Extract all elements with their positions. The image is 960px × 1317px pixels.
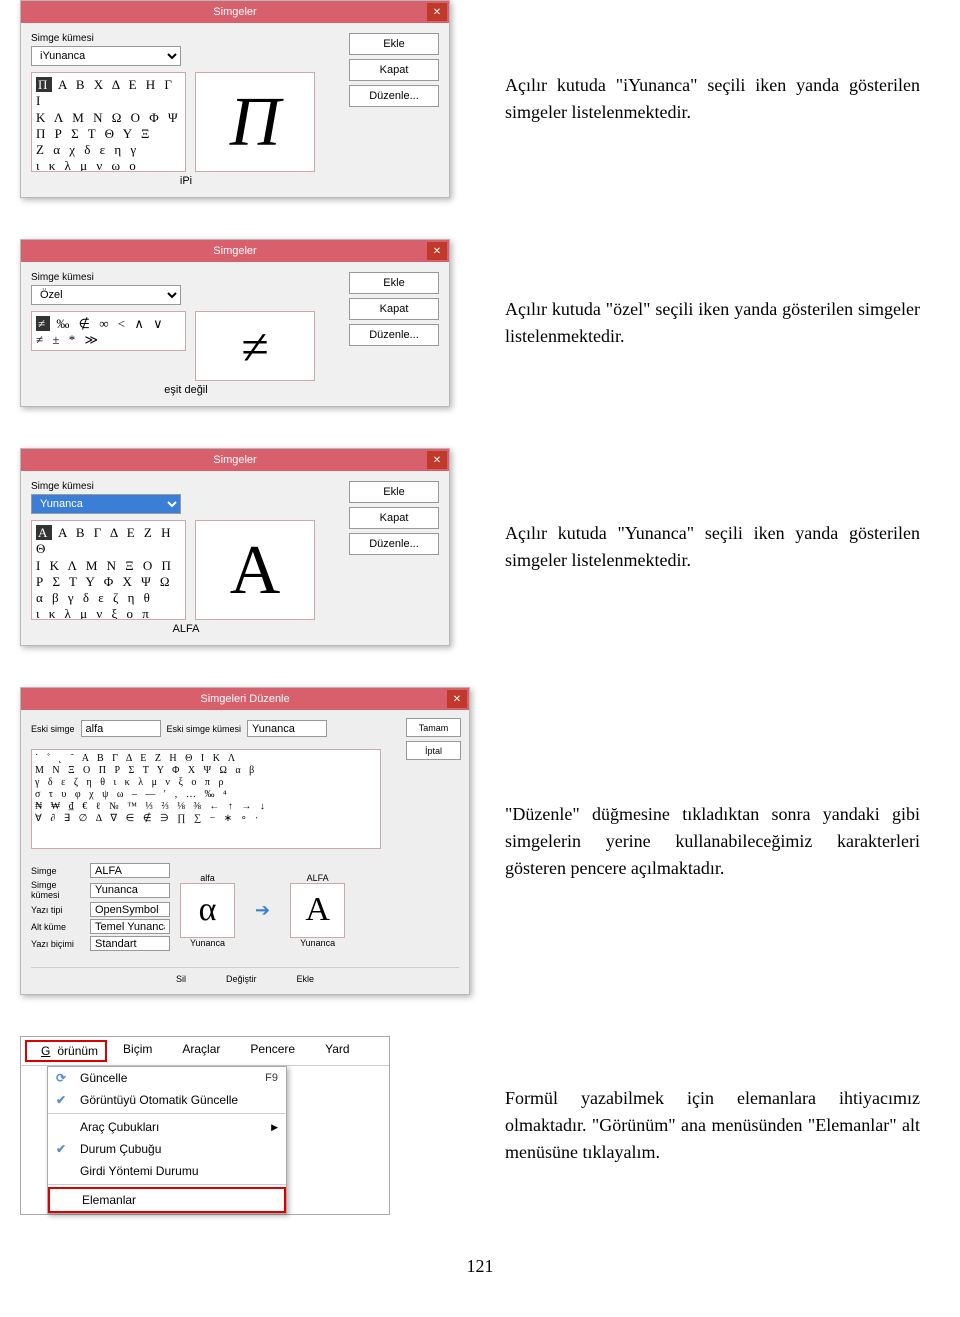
view-dropdown: ⟳GüncelleF9 ✔Görüntüyü Otomatik Güncelle… [47,1066,287,1214]
edit-button[interactable]: Düzenle... [349,324,439,346]
dialog-titlebar: Simgeler ✕ [21,240,449,262]
symbol-grid[interactable]: ≠ ‰ ∉ ∞ < ∧ ∨ ≠ ± * ≫ [31,311,186,351]
insert-button[interactable]: Ekle [349,272,439,294]
menu-item-statusbar[interactable]: ✔Durum Çubuğu [48,1138,286,1160]
old-set-label: Eski simge kümesi [167,724,242,734]
symbols-dialog-ozel: Simgeler ✕ Simge kümesi Özel ≠ ‰ ∉ ∞ < ∧… [20,239,450,407]
close-button[interactable]: Kapat [349,507,439,529]
modify-button[interactable]: Değiştir [226,974,257,984]
dialog-title: Simgeleri Düzenle [200,693,289,705]
close-button[interactable]: Kapat [349,59,439,81]
menu-separator [48,1184,286,1185]
prop-symbol-label: Simge [31,866,86,876]
old-symbol-combo[interactable] [81,720,161,737]
delete-button[interactable]: Sil [176,974,186,984]
close-icon[interactable]: ✕ [447,690,467,708]
menu-item-toolbars[interactable]: Araç Çubukları▶ [48,1116,286,1138]
dialog-titlebar: Simgeler ✕ [21,449,449,471]
menu-separator [48,1113,286,1114]
prop-style-combo[interactable] [90,936,170,951]
dialog-title: Simgeler [213,245,256,257]
edit-symbols-dialog: Simgeleri Düzenle ✕ Eski simge Eski simg… [20,687,470,995]
dialog-title: Simgeler [213,454,256,466]
old-set-combo[interactable] [247,720,327,737]
symbol-set-label: Simge kümesi [31,272,341,283]
symbol-preview: A [195,520,315,620]
insert-button[interactable]: Ekle [349,481,439,503]
description-text: Açılır kutuda "Yunanca" seçili iken yand… [505,520,920,574]
check-icon: ✔ [56,1142,72,1156]
menu-format[interactable]: Biçim [109,1040,166,1062]
close-icon[interactable]: ✕ [427,451,447,469]
menu-item-auto-update[interactable]: ✔Görüntüyü Otomatik Güncelle [48,1089,286,1111]
preview-caption: eşit değil [31,384,341,396]
symbol-set-combo[interactable]: Özel [31,285,181,305]
prop-font-label: Yazı tipi [31,905,86,915]
dialog-titlebar: Simgeleri Düzenle ✕ [21,688,469,710]
prop-subset-combo[interactable] [90,919,170,934]
left-preview-set: Yunanca [180,938,235,948]
close-icon[interactable]: ✕ [427,3,447,21]
symbol-set-label: Simge kümesi [31,33,341,44]
menu-item-input-status[interactable]: Girdi Yöntemi Durumu [48,1160,286,1182]
menu-item-elements[interactable]: Elemanlar [48,1187,286,1213]
cancel-button[interactable]: İptal [406,741,461,760]
check-icon: ✔ [56,1093,72,1107]
old-symbol-label: Eski simge [31,724,75,734]
close-icon[interactable]: ✕ [427,242,447,260]
insert-button[interactable]: Ekle [349,33,439,55]
close-button[interactable]: Kapat [349,298,439,320]
edit-button[interactable]: Düzenle... [349,85,439,107]
menu-tools[interactable]: Araçlar [168,1040,234,1062]
description-text: "Düzenle" düğmesine tıkladıktan sonra ya… [505,801,920,882]
symbol-set-combo[interactable]: iYunanca [31,46,181,66]
character-grid[interactable]: ˙ ˚ ˛ ˜ Α Β Γ Δ Ε Ζ Η Θ Ι Κ Λ Μ Ν Ξ Ο Π … [31,749,381,849]
add-button[interactable]: Ekle [297,974,315,984]
symbol-grid[interactable]: Π Α Β Χ Δ Ε Η Γ Ι Κ Λ Μ Ν Ω Ο Φ Ψ Π Ρ Σ … [31,72,186,172]
preview-caption: ALFA [31,623,341,635]
prop-subset-label: Alt küme [31,922,86,932]
right-preview: A [290,883,345,938]
arrow-icon: ➔ [255,900,270,921]
submenu-arrow-icon: ▶ [271,1122,278,1133]
menu-window[interactable]: Pencere [236,1040,309,1062]
symbol-preview: ≠ [195,311,315,381]
left-preview-label: alfa [180,873,235,883]
description-text: Açılır kutuda "iYunanca" seçili iken yan… [505,72,920,126]
description-text: Formül yazabilmek için elemanlara ihtiya… [505,1085,920,1166]
refresh-icon: ⟳ [56,1071,72,1085]
symbol-set-combo[interactable]: Yunanca [31,494,181,514]
view-menu-screenshot: Görünüm Biçim Araçlar Pencere Yard ⟳Günc… [20,1036,390,1215]
edit-button[interactable]: Düzenle... [349,533,439,555]
prop-symbol-combo[interactable] [90,863,170,878]
dialog-title: Simgeler [213,6,256,18]
right-preview-set: Yunanca [290,938,345,948]
prop-set-label: Simge kümesi [31,880,86,900]
right-preview-label: ALFA [290,873,345,883]
preview-caption: iPi [31,175,341,187]
prop-style-label: Yazı biçimi [31,939,86,949]
prop-set-combo[interactable] [90,883,170,898]
symbol-set-label: Simge kümesi [31,481,341,492]
page-number: 121 [20,1256,940,1277]
menu-item-update[interactable]: ⟳GüncelleF9 [48,1067,286,1089]
left-preview: α [180,883,235,938]
ok-button[interactable]: Tamam [406,718,461,737]
prop-font-combo[interactable] [90,902,170,917]
menu-view[interactable]: Görünüm [25,1040,107,1062]
dialog-titlebar: Simgeler ✕ [21,1,449,23]
menu-help[interactable]: Yard [311,1040,363,1062]
symbol-preview: Π [195,72,315,172]
symbols-dialog-iyunanca: Simgeler ✕ Simge kümesi iYunanca Π Α Β Χ… [20,0,450,198]
symbols-dialog-yunanca: Simgeler ✕ Simge kümesi Yunanca Α Α Β Γ … [20,448,450,646]
menubar: Görünüm Biçim Araçlar Pencere Yard [21,1037,389,1066]
symbol-grid[interactable]: Α Α Β Γ Δ Ε Ζ Η Θ Ι Κ Λ Μ Ν Ξ Ο Π Ρ Σ Τ … [31,520,186,620]
description-text: Açılır kutuda "özel" seçili iken yanda g… [505,296,920,350]
